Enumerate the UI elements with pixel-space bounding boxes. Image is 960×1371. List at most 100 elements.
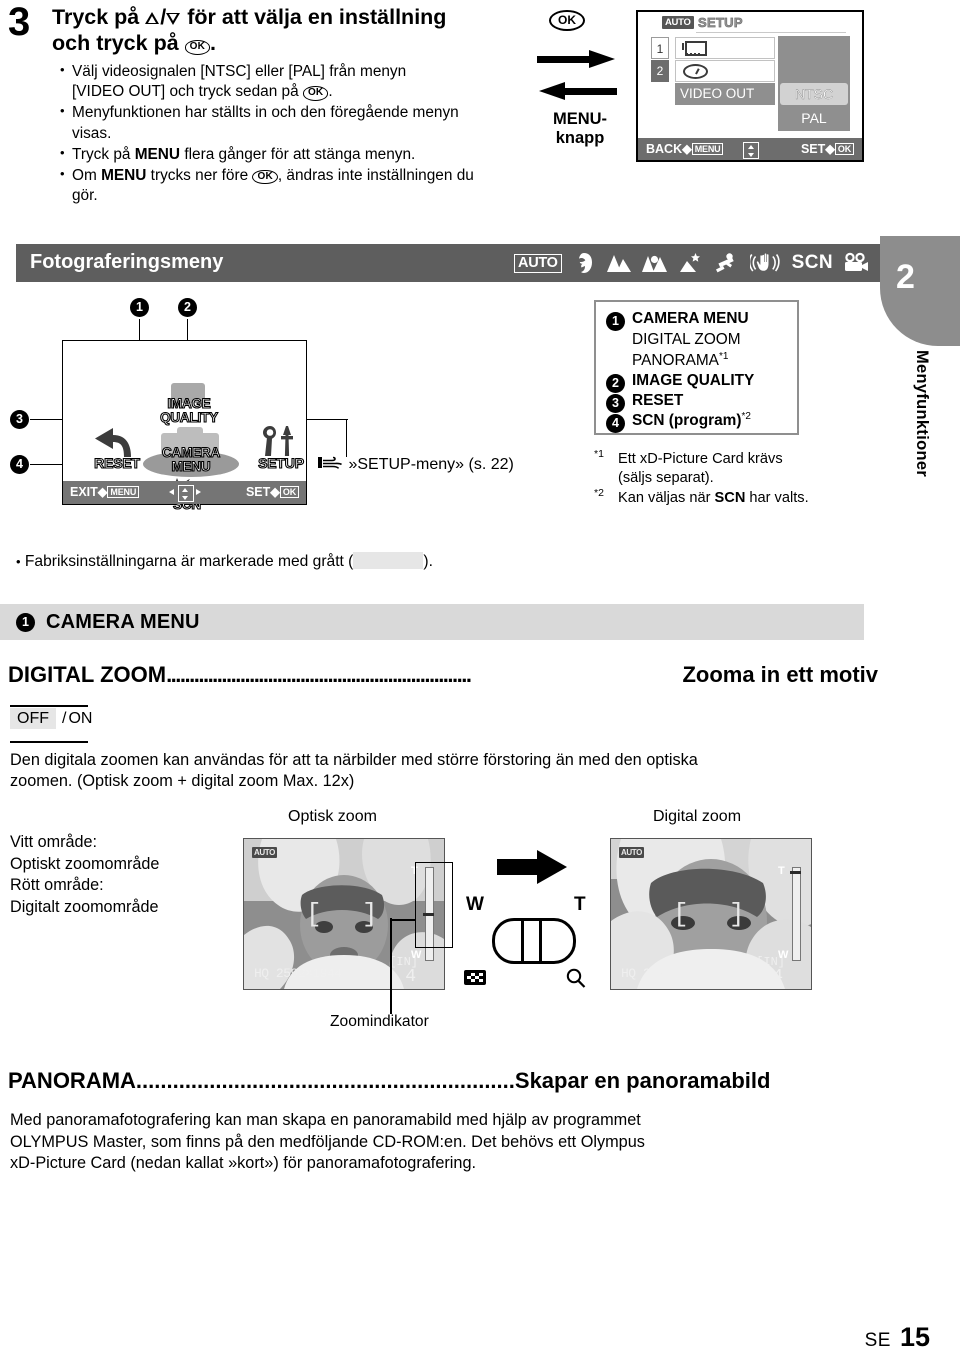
back-hint: BACK◆ MENU xyxy=(646,141,724,156)
auto-mode-icon: AUTO xyxy=(514,253,562,273)
af-bracket-left: [ xyxy=(673,899,689,929)
factory-settings-note: • Fabriksinställningarna är markerade me… xyxy=(16,552,433,570)
zoom-knob xyxy=(790,871,801,874)
zoom-indicator-bar: T W xyxy=(778,865,803,961)
bullet-item: Om MENU trycks ner före OK, ändras inte … xyxy=(60,165,480,206)
bullet-text-1b: [VIDEO OUT] och tryck sedan på xyxy=(72,83,299,101)
camera-menu-subheader: 1 CAMERA MENU xyxy=(0,604,864,640)
set-hint: SET◆ OK xyxy=(801,141,854,156)
cam-line1: CAMERA xyxy=(161,445,221,460)
step-heading-post: . xyxy=(210,31,217,56)
video-out-row[interactable]: VIDEO OUT xyxy=(675,83,775,105)
legend-red-desc: Digitalt zoomområde xyxy=(10,897,159,916)
legend-text-digital-zoom: DIGITAL ZOOM xyxy=(632,331,741,348)
footnote-mark-2: *2 xyxy=(594,487,604,500)
chapter-title-text: Menyfunktioner xyxy=(913,350,931,478)
menu-item-reset[interactable]: RESET xyxy=(77,455,157,471)
lever-body[interactable] xyxy=(492,918,576,964)
option-pal[interactable]: PAL xyxy=(780,107,848,129)
setup-ref-text: »SETUP-meny» (s. 22) xyxy=(348,456,514,473)
landscape-mode-icon xyxy=(606,255,631,272)
iq-line1: IMAGE xyxy=(167,396,212,411)
legend-text-reset: RESET xyxy=(632,392,684,409)
legend-red-title: Rött område: xyxy=(10,876,104,895)
thumbnail-index-icon xyxy=(464,970,486,985)
resolution-label: 2592×1944 xyxy=(642,966,709,981)
legend-row-1: 1 CAMERA MENU xyxy=(606,310,749,331)
menu-key-icon: MENU xyxy=(691,142,724,155)
page-number: 15 xyxy=(899,1322,930,1352)
scn-mode-icon: SCN xyxy=(791,252,833,273)
menu-map-bottom-bar: EXIT◆ MENU SET◆ OK xyxy=(63,481,306,504)
dz-body-line1: Den digitala zoomen kan användas för att… xyxy=(10,751,698,769)
bullet-item: Tryck på MENU flera gånger för att stäng… xyxy=(60,144,480,165)
ok-button-icon: OK xyxy=(549,10,585,31)
portrait-mode-icon xyxy=(578,253,592,273)
ok-key-icon: OK xyxy=(279,485,299,498)
legend-row-5: 3 RESET xyxy=(606,392,684,413)
leader-dots: ........................................… xyxy=(135,1068,515,1093)
menu-legend-box: 1 CAMERA MENU DIGITAL ZOOM PANORAMA*1 2 IM… xyxy=(594,300,799,435)
option-on[interactable]: ON xyxy=(68,710,92,727)
setup-wrench-icon xyxy=(263,426,293,456)
menu-item-setup[interactable]: SETUP xyxy=(243,455,319,471)
exit-label: EXIT xyxy=(70,485,98,499)
step-heading-pre: Tryck på xyxy=(52,5,146,29)
footnote-ref-2: *2 xyxy=(741,411,751,422)
option-off[interactable]: OFF xyxy=(10,708,56,729)
set-hint: SET◆ OK xyxy=(246,484,299,499)
ok-button-icon: OK xyxy=(252,169,278,185)
zoom-lever-control[interactable]: W T xyxy=(462,892,592,1000)
magnifier-icon xyxy=(566,968,586,988)
step-number: 3 xyxy=(8,0,31,44)
up-down-pad-icon xyxy=(743,142,759,159)
menu-caption-line1: MENU- xyxy=(552,110,608,128)
resolution-label: 2592×1944 xyxy=(275,966,342,981)
setup-menu-reference: »SETUP-meny» (s. 22) xyxy=(318,455,548,474)
setup-row-screen[interactable] xyxy=(675,37,775,59)
set-label: SET xyxy=(245,485,271,499)
zoom-t-label: T xyxy=(778,865,785,877)
factory-note-text-before: Fabriksinställningarna är markerade med … xyxy=(24,553,354,570)
movie-mode-icon xyxy=(845,252,868,271)
step-bullet-list: Välj videosignalen [NTSC] eller [PAL] fr… xyxy=(60,61,480,207)
pan-body-line1: Med panoramafotografering kan man skapa … xyxy=(10,1111,641,1129)
lever-wide-label: W xyxy=(466,894,484,915)
dz-body-line2: zoomen. (Optisk zoom + digital zoom Max.… xyxy=(10,771,355,790)
auto-mode-badge: AUTO xyxy=(662,16,694,29)
set-label: SET xyxy=(800,142,826,156)
arrow-up-icon xyxy=(145,12,160,25)
setup-row-clock[interactable] xyxy=(675,60,775,82)
legend-footnotes: *1 Ett xD-Picture Card krävs (säljs separ… xyxy=(594,448,894,508)
ok-button-icon: OK xyxy=(184,40,211,55)
setup-tab-2[interactable]: 2 xyxy=(651,60,669,82)
factory-note-text-after: ). xyxy=(423,553,433,570)
menu-button-caption: MENU- knapp xyxy=(535,110,625,148)
lever-tele-label: T xyxy=(574,894,586,915)
callout-leader-v xyxy=(390,1000,392,1014)
legend-white-title: Vitt område: xyxy=(10,833,97,851)
legend-text-image-quality: IMAGE QUALITY xyxy=(632,372,755,389)
section-header-bar: Fotograferingsmeny AUTO SCN xyxy=(16,244,880,282)
option-rule-bottom xyxy=(10,741,88,743)
option-ntsc[interactable]: NTSC xyxy=(780,83,848,105)
menu-item-camera-menu[interactable]: CAMERA MENU xyxy=(145,445,237,474)
step-3-instruction-block: 3 Tryck på / för att välja en inställnin… xyxy=(0,0,520,225)
iq-line2: QUALITY xyxy=(160,409,219,425)
leader-dots: ........................................… xyxy=(166,662,472,687)
option-rule-top xyxy=(10,705,88,707)
title-underline xyxy=(696,32,846,33)
bullet-item: Menyfunktionen har ställts in och den fö… xyxy=(60,102,480,143)
legend-row-4: 2 IMAGE QUALITY xyxy=(606,372,755,393)
legend-marker-2: 2 xyxy=(606,374,625,393)
chapter-tab: 2 xyxy=(880,236,960,346)
arrow-down-icon xyxy=(166,12,181,25)
setup-tab-1[interactable]: 1 xyxy=(651,37,669,59)
zoom-indicator-callout xyxy=(415,862,453,948)
pointing-hand-icon xyxy=(318,456,343,469)
menu-key-icon: MENU xyxy=(107,485,140,498)
lcd-setup-screen: AUTO SETUP 1 2 VIDEO OUT NTSC PAL BACK◆ M… xyxy=(636,10,864,162)
auto-badge-icon: AUTO xyxy=(619,847,644,858)
back-label: BACK xyxy=(646,142,683,156)
map-marker-4: 4 xyxy=(10,455,29,474)
